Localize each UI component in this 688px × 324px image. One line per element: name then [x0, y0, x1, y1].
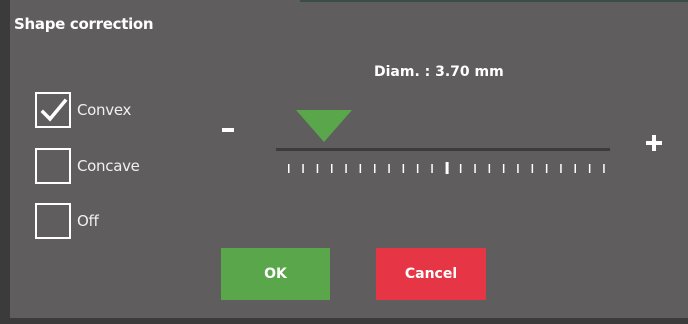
slider-tick	[302, 164, 304, 173]
slider-tick	[445, 162, 449, 174]
option-convex[interactable]: Convex	[35, 92, 131, 128]
increase-button[interactable]	[646, 135, 662, 151]
concave-label: Concave	[77, 157, 140, 175]
slider-tick	[416, 164, 419, 173]
slider-tick	[588, 164, 591, 173]
bottom-frame-edge	[0, 318, 688, 324]
slider-tick	[474, 164, 476, 173]
slider-tick	[560, 164, 562, 173]
slider-tick	[402, 164, 405, 173]
slider-tick	[345, 164, 347, 173]
option-concave[interactable]: Concave	[35, 148, 140, 184]
convex-label: Convex	[77, 101, 132, 119]
dialog-title: Shape correction	[14, 15, 154, 33]
ok-button[interactable]: OK	[221, 248, 330, 300]
shape-correction-dialog: Shape correction Convex Concave Off Diam…	[10, 2, 688, 318]
option-off[interactable]: Off	[35, 203, 99, 239]
concave-checkbox[interactable]	[35, 148, 71, 184]
slider-tick	[288, 164, 290, 173]
slider-tick	[488, 164, 491, 173]
slider-tick	[359, 164, 362, 173]
slider-tick	[316, 164, 319, 173]
slider-tick	[545, 164, 548, 173]
slider-tick	[331, 164, 333, 173]
checkmark-icon	[40, 98, 68, 122]
slider-pointer[interactable]	[296, 110, 352, 142]
slider-tick	[388, 164, 390, 173]
slider-tick	[603, 164, 605, 173]
slider-tick	[374, 164, 376, 173]
slider-track[interactable]	[276, 148, 610, 151]
diameter-readout: Diam. : 3.70 mm	[374, 64, 504, 80]
slider-tick	[431, 164, 433, 173]
slider-tick	[502, 164, 505, 173]
off-label: Off	[77, 212, 99, 230]
left-frame-edge	[0, 0, 10, 324]
cancel-button[interactable]: Cancel	[376, 248, 486, 300]
slider-tick	[517, 164, 519, 173]
off-checkbox[interactable]	[35, 203, 71, 239]
slider-tick	[531, 164, 534, 173]
convex-checkbox[interactable]	[35, 92, 71, 128]
slider-tick	[574, 164, 576, 173]
decrease-button[interactable]	[222, 128, 234, 132]
slider-tick	[459, 164, 462, 173]
slider-tick-scale	[288, 162, 605, 174]
